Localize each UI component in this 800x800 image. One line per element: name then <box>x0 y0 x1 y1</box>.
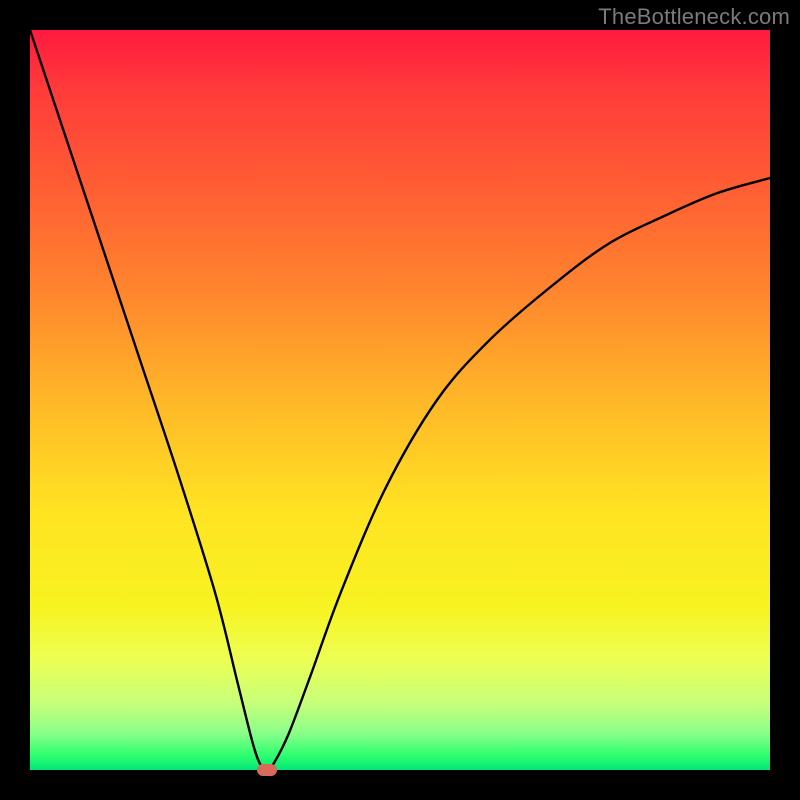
bottleneck-curve <box>30 30 770 770</box>
optimal-point-marker <box>257 764 277 776</box>
watermark-text: TheBottleneck.com <box>598 4 790 30</box>
chart-plot-area <box>30 30 770 770</box>
